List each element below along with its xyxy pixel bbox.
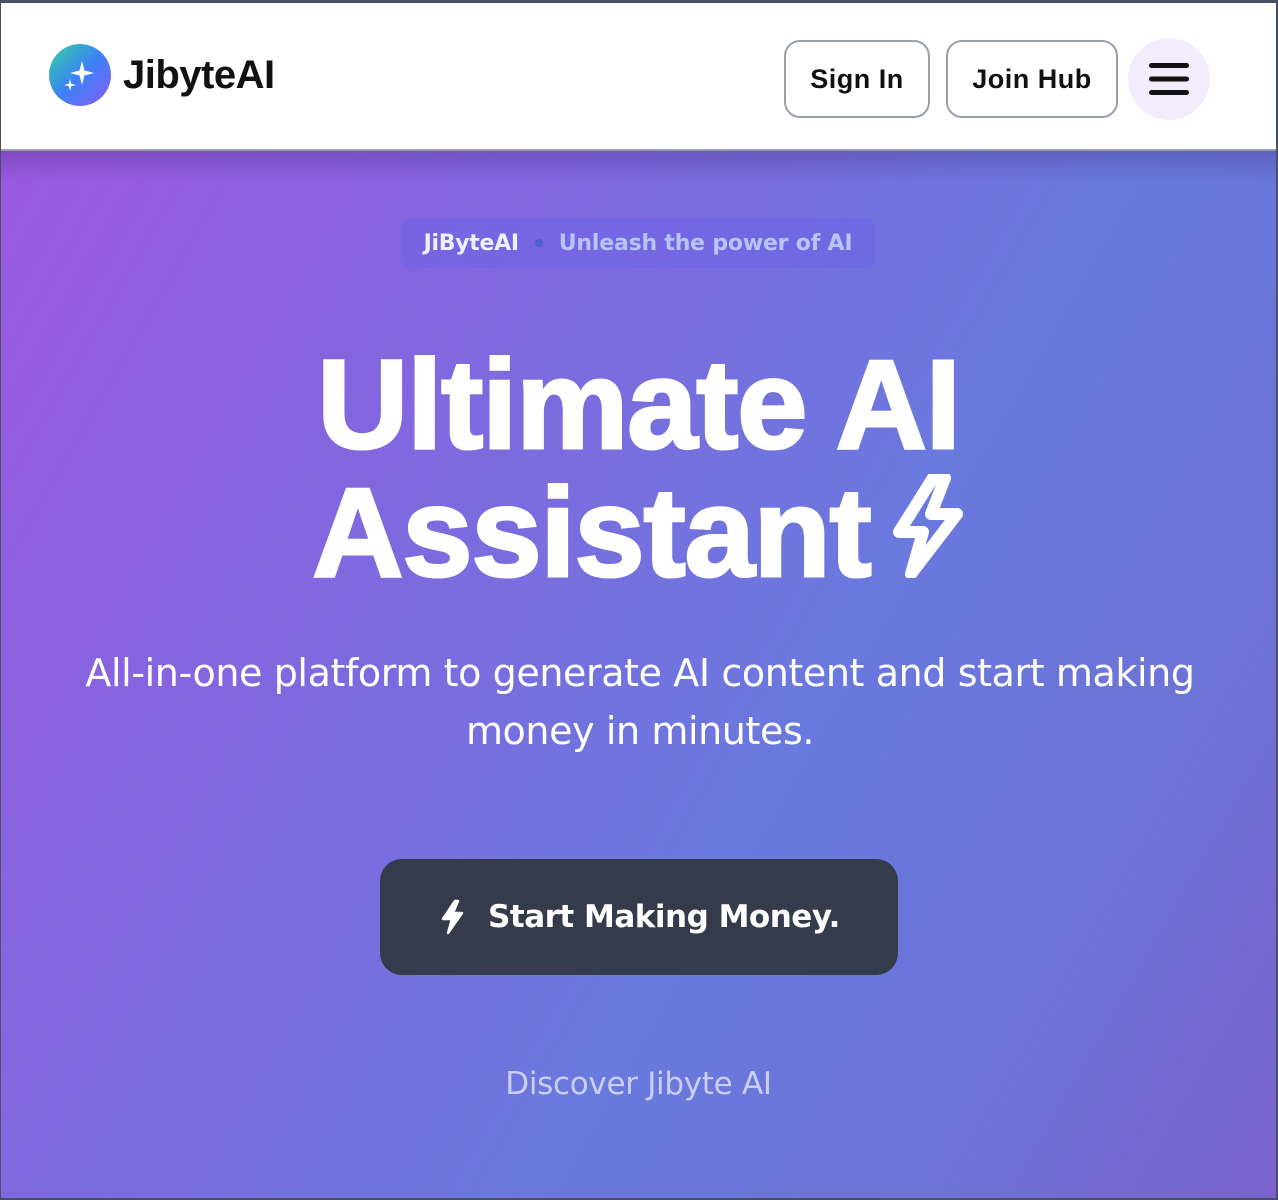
hero-badge: JiByteAI Unleash the power of AI [401, 218, 875, 268]
hero-title: Ultimate AI Assistant [1, 334, 1276, 607]
hero-subtitle: All-in-one platform to generate AI conte… [85, 651, 1195, 753]
hero-section: JiByteAI Unleash the power of AI Ultimat… [1, 151, 1276, 1198]
menu-button[interactable] [1128, 38, 1210, 120]
sign-in-button[interactable]: Sign In [784, 40, 930, 118]
cta-label: Start Making Money. [488, 899, 840, 935]
hamburger-menu-icon [1149, 63, 1189, 95]
page-frame: JibyteAI Sign In Join Hub JiByteAI Unlea… [0, 0, 1278, 1200]
hero-title-line1: Ultimate AI [316, 334, 962, 475]
join-hub-button[interactable]: Join Hub [946, 40, 1118, 118]
start-making-money-button[interactable]: Start Making Money. [380, 859, 898, 975]
badge-brand: JiByteAI [423, 230, 519, 256]
brand-name: JibyteAI [123, 52, 275, 97]
sparkles-icon [49, 44, 111, 106]
top-navbar: JibyteAI Sign In Join Hub [1, 3, 1276, 151]
lightning-bolt-icon [885, 471, 965, 599]
badge-separator-dot [534, 239, 543, 247]
discover-link[interactable]: Discover Jibyte AI [1, 1066, 1276, 1102]
brand-logo[interactable]: JibyteAI [49, 44, 275, 106]
hero-title-line2-text: Assistant [311, 462, 873, 603]
hero-title-line2: Assistant [1, 467, 1276, 607]
badge-tagline: Unleash the power of AI [558, 230, 853, 256]
lightning-bolt-icon [441, 899, 464, 935]
